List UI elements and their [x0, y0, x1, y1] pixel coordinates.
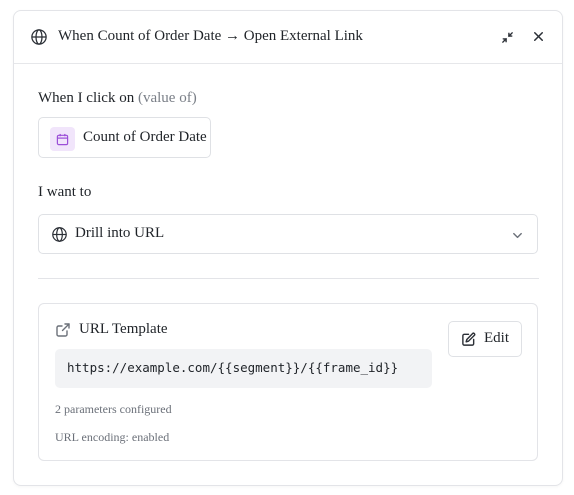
chevron-down-icon [513, 232, 522, 239]
panel-title: When Count of Order Date → Open External… [58, 28, 363, 44]
action-select-value: Drill into URL [75, 225, 165, 241]
collapse-icon[interactable] [500, 30, 515, 45]
panel-header: When Count of Order Date → Open External… [14, 11, 562, 64]
edit-button[interactable]: Edit [448, 321, 522, 357]
trigger-column-name: Count of Order Date [83, 129, 207, 145]
globe-icon [52, 227, 67, 242]
edit-icon [462, 332, 476, 346]
trigger-label-text: When I click on [38, 90, 135, 106]
action-label: I want to [38, 184, 92, 200]
url-template-card: URL Template https://example.com/{{segme… [38, 303, 538, 461]
trigger-label-muted: (value of) [137, 90, 197, 106]
url-encoding-status: URL encoding: enabled [55, 430, 170, 444]
trigger-label: When I click on (value of) [38, 90, 197, 107]
calendar-icon-box [50, 127, 75, 151]
click-behavior-panel: When Count of Order Date → Open External… [13, 10, 563, 486]
close-icon[interactable] [531, 29, 546, 44]
globe-icon [31, 29, 47, 45]
calendar-icon [56, 133, 69, 146]
edit-button-label: Edit [484, 330, 509, 346]
url-template-title: URL Template [79, 321, 168, 337]
url-template-value: https://example.com/{{segment}}/{{frame_… [55, 349, 432, 388]
action-select[interactable]: Drill into URL [38, 214, 538, 254]
external-link-icon [56, 323, 70, 337]
trigger-column-chip[interactable]: Count of Order Date [38, 117, 211, 158]
parameters-count: 2 parameters configured [55, 402, 172, 416]
section-divider [38, 278, 539, 279]
